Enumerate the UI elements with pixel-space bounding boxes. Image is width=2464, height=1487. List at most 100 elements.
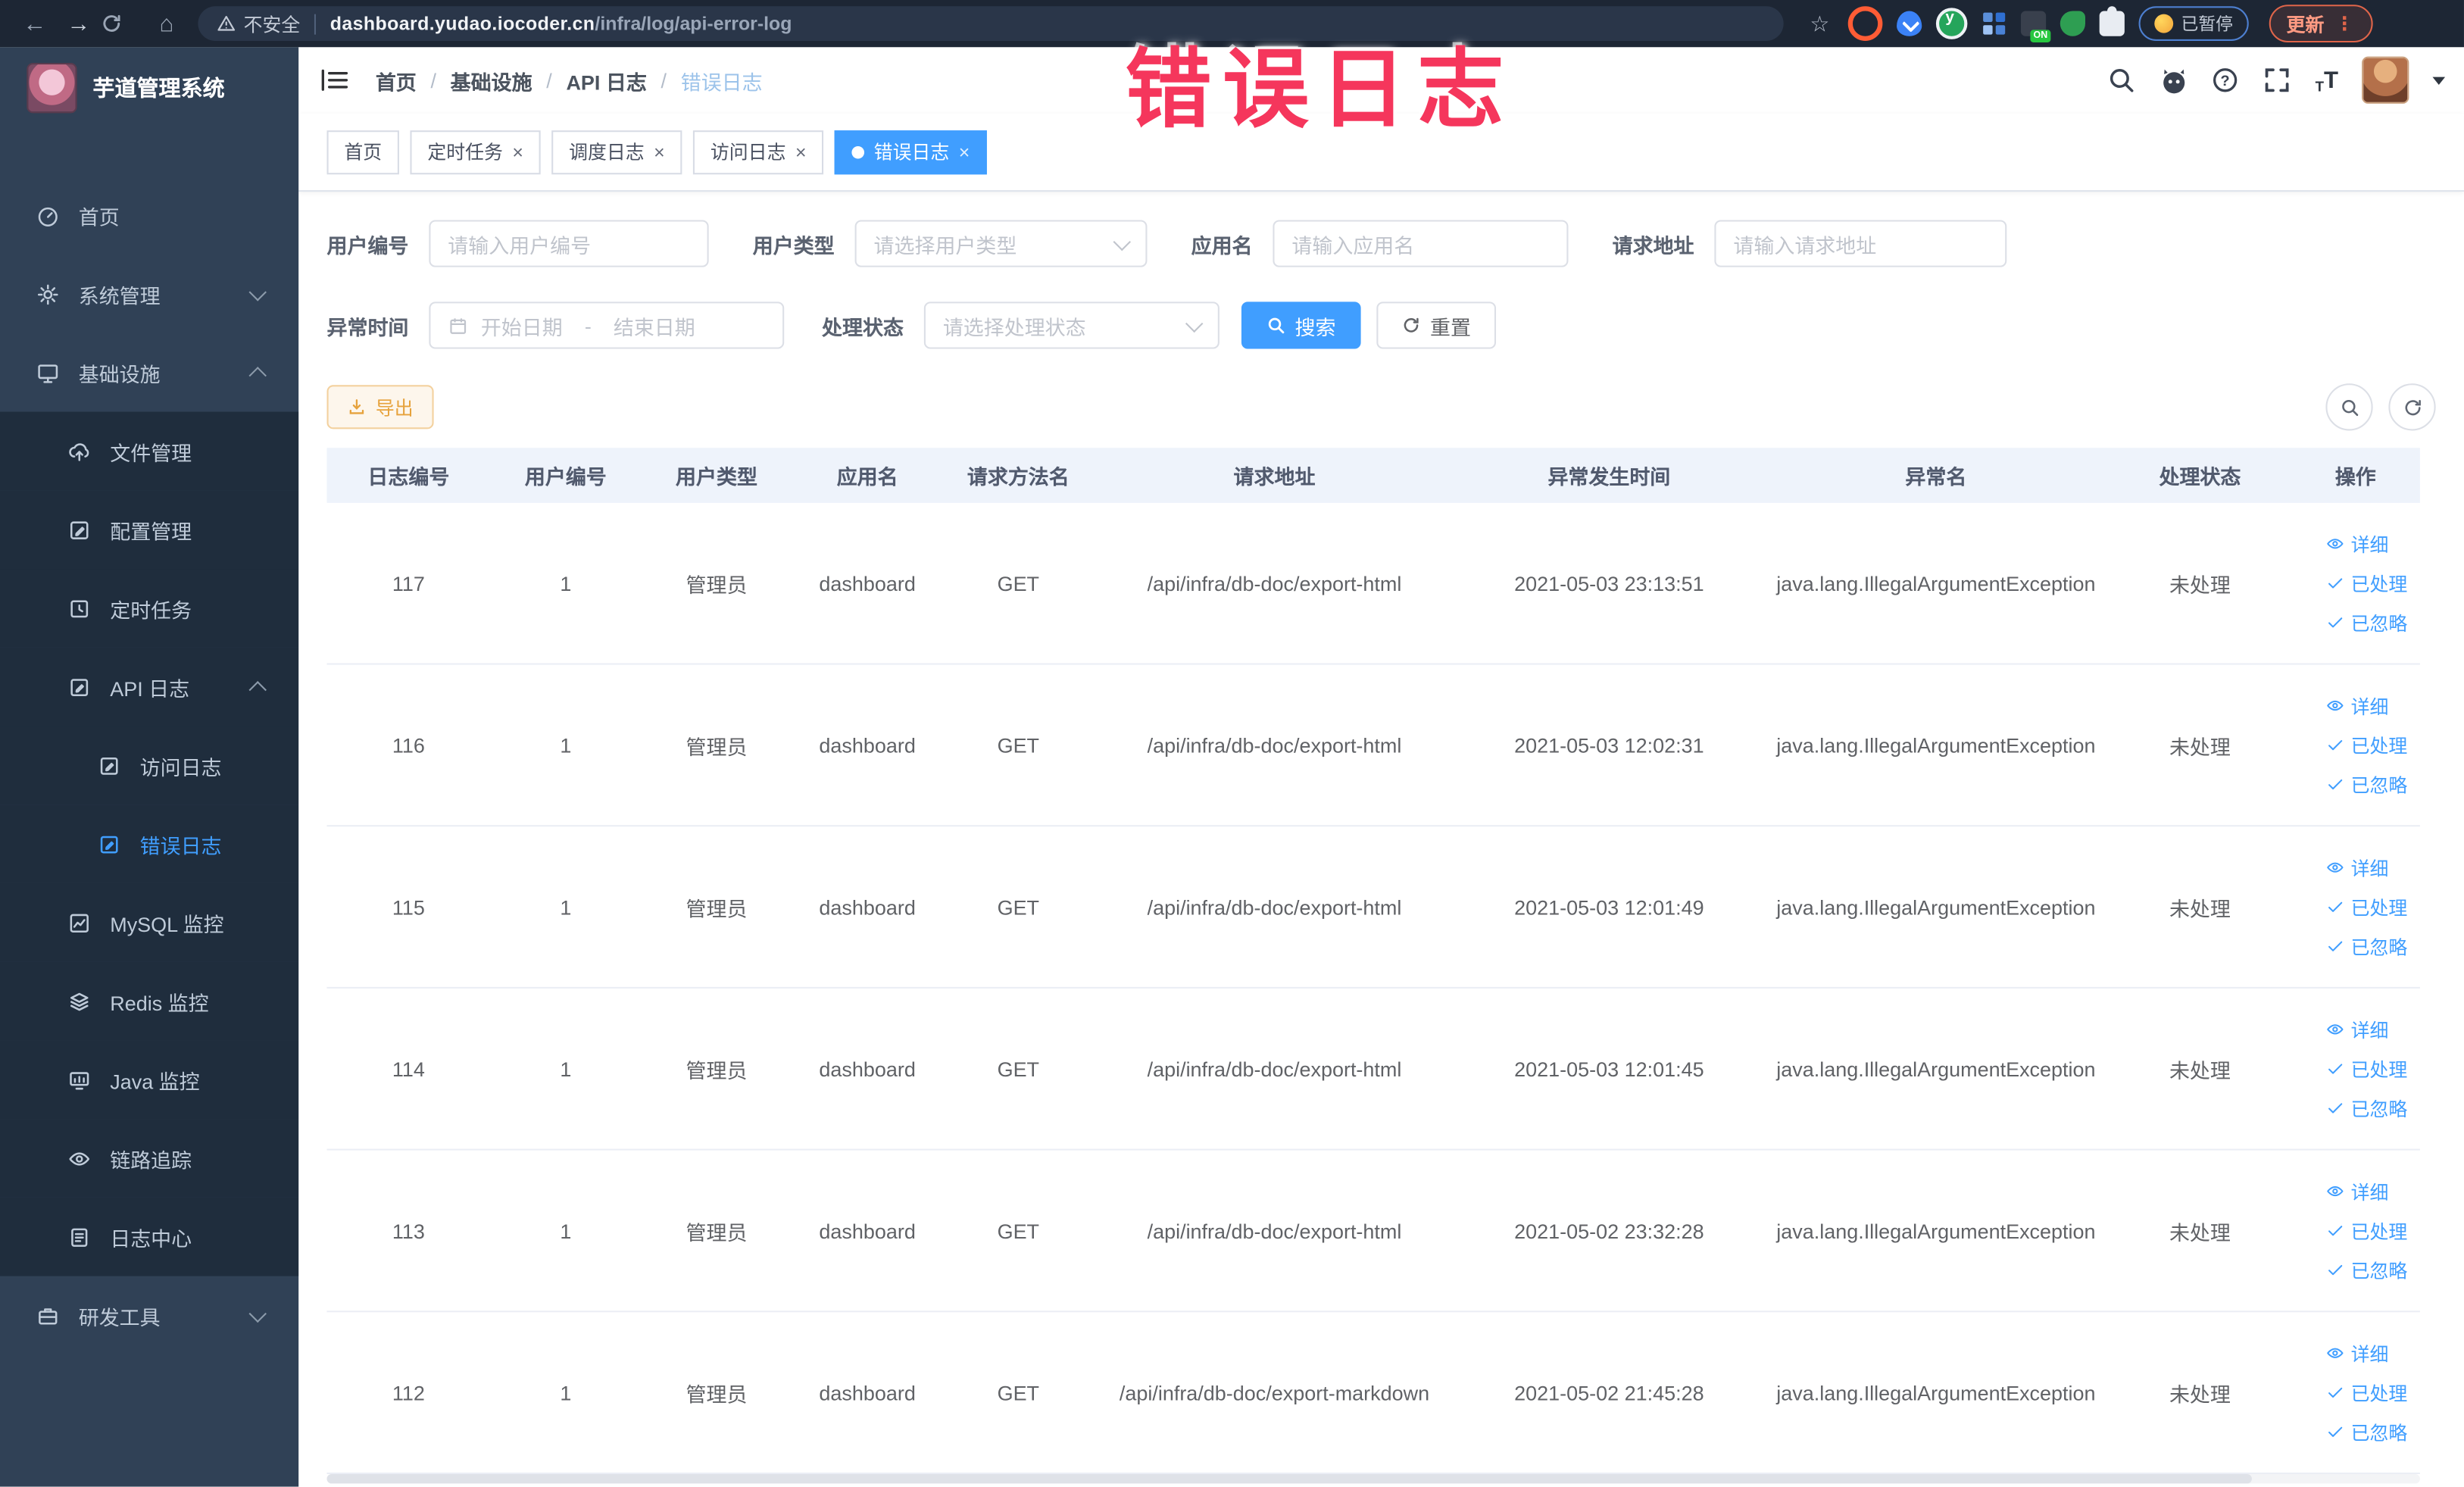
sidebar-item-11[interactable]: Redis 监控 — [0, 961, 299, 1041]
close-tab-icon[interactable]: × — [512, 142, 523, 161]
sidebar-item-2[interactable]: 系统管理 — [0, 255, 298, 333]
export-button[interactable]: 导出 — [326, 385, 434, 430]
sidebar-item-8[interactable]: 访问日志 — [0, 726, 299, 805]
sidebar-menu: 首页 系统管理 基础设施 文件管理 配置管理 定时任务 API 日志 访问日志 错误日志 MySQ… — [0, 176, 299, 1355]
sidebar-item-9[interactable]: 错误日志 — [0, 804, 299, 883]
screen: ← → ⌂ 不安全 dashboard.yudao.iocoder.cn/inf… — [0, 0, 2464, 1487]
help-icon[interactable]: ? — [2212, 66, 2240, 94]
tab-3[interactable]: 调度日志 × — [551, 130, 682, 174]
ignored-link[interactable]: 已忽略 — [2325, 609, 2407, 636]
breadcrumb-item-4[interactable]: 错误日志 — [681, 65, 763, 95]
sidebar-item-12[interactable]: Java 监控 — [0, 1040, 299, 1120]
close-tab-icon[interactable]: × — [795, 142, 807, 161]
detail-link[interactable]: 详细 — [2325, 1178, 2388, 1204]
close-tab-icon[interactable]: × — [654, 142, 665, 161]
processed-link[interactable]: 已处理 — [2325, 1055, 2407, 1082]
ignored-link[interactable]: 已忽略 — [2325, 1418, 2407, 1445]
sidebar-item-6[interactable]: 定时任务 — [0, 569, 299, 648]
cell-time: 2021-05-02 23:32:28 — [1514, 1218, 1704, 1242]
search-icon[interactable] — [2108, 66, 2136, 94]
action-label: 已处理 — [2350, 1382, 2408, 1404]
user-avatar[interactable] — [2362, 56, 2409, 104]
tab-4[interactable]: 访问日志 × — [693, 130, 824, 174]
cell-time: 2021-05-03 23:13:51 — [1514, 571, 1704, 595]
processed-link[interactable]: 已处理 — [2325, 1217, 2407, 1244]
close-tab-icon[interactable]: × — [959, 142, 970, 161]
sidebar-item-3[interactable]: 基础设施 — [0, 333, 298, 412]
extension-icon-grid[interactable] — [1982, 11, 2006, 36]
reload-icon[interactable] — [101, 13, 145, 35]
forward-icon[interactable]: → — [57, 10, 101, 36]
ignored-link[interactable]: 已忽略 — [2325, 771, 2407, 798]
home-icon[interactable]: ⌂ — [145, 10, 189, 36]
detail-link[interactable]: 详细 — [2325, 530, 2388, 557]
search-icon — [1268, 317, 1285, 334]
browser-extensions-area: ☆ 已暂停 更新 ⋮ — [1806, 5, 2373, 43]
breadcrumb-item-2[interactable]: 基础设施 — [451, 65, 532, 95]
horizontal-scrollbar[interactable] — [326, 1473, 2420, 1484]
app-logo-row[interactable]: 芋道管理系统 — [0, 47, 298, 129]
fullscreen-icon[interactable] — [2263, 66, 2291, 94]
sidebar-item-10[interactable]: MySQL 监控 — [0, 883, 299, 962]
cell-actions: 详细已处理已忽略 — [2291, 854, 2420, 960]
breadcrumb-item-1[interactable]: 首页 — [376, 65, 417, 95]
sidebar-item-4[interactable]: 文件管理 — [0, 411, 299, 491]
cell-id: 115 — [392, 895, 425, 919]
sidebar-item-14[interactable]: 日志中心 — [0, 1197, 299, 1276]
font-size-icon[interactable]: TT — [2316, 67, 2338, 93]
processed-link[interactable]: 已处理 — [2325, 1379, 2407, 1405]
address-bar[interactable]: 不安全 dashboard.yudao.iocoder.cn/infra/log… — [198, 6, 1784, 41]
ignored-link[interactable]: 已忽略 — [2325, 932, 2407, 959]
cell-method: GET — [997, 1380, 1040, 1404]
extension-icon-green[interactable] — [1935, 8, 1968, 39]
refresh-table-button[interactable] — [2388, 383, 2436, 431]
search-button[interactable]: 搜索 — [1241, 301, 1361, 349]
extension-icon-on-badge[interactable] — [2020, 11, 2051, 43]
detail-link[interactable]: 详细 — [2325, 692, 2388, 719]
sidebar-item-1[interactable]: 首页 — [0, 176, 298, 255]
action-label: 已处理 — [2350, 896, 2408, 919]
extension-icon-shield[interactable] — [1897, 11, 1922, 36]
reset-button[interactable]: 重置 — [1376, 301, 1497, 349]
action-label: 详细 — [2350, 1342, 2389, 1365]
sidebar-item-5[interactable]: 配置管理 — [0, 490, 299, 570]
user-type-select[interactable]: 请选择用户类型 — [854, 220, 1148, 267]
processed-link[interactable]: 已处理 — [2325, 732, 2407, 758]
ignored-link[interactable]: 已忽略 — [2325, 1257, 2407, 1283]
user-id-input[interactable]: 请输入用户编号 — [429, 220, 709, 267]
extension-icon-ring[interactable] — [1847, 6, 1883, 41]
browser-menu-icon[interactable]: ⋮ — [2335, 13, 2356, 35]
bookmark-star-icon[interactable]: ☆ — [1806, 10, 1834, 36]
site-security-warning[interactable]: 不安全 — [217, 10, 300, 36]
sidebar-item-13[interactable]: 链路追踪 — [0, 1119, 299, 1198]
request-url-label: 请求地址 — [1612, 233, 1694, 258]
sidebar-item-15[interactable]: 研发工具 — [0, 1276, 298, 1355]
hide-search-button[interactable] — [2325, 383, 2373, 431]
profile-paused-chip[interactable]: 已暂停 — [2138, 6, 2249, 41]
github-icon[interactable] — [2160, 66, 2188, 94]
process-status-select[interactable]: 请选择处理状态 — [923, 301, 1220, 349]
processed-link[interactable]: 已处理 — [2325, 893, 2407, 920]
processed-link[interactable]: 已处理 — [2325, 570, 2407, 596]
ignored-link[interactable]: 已忽略 — [2325, 1095, 2407, 1121]
tab-5[interactable]: 错误日志 × — [834, 130, 988, 174]
sidebar-item-7[interactable]: API 日志 — [0, 647, 299, 726]
exception-time-range-picker[interactable]: 开始日期 - 结束日期 — [429, 301, 785, 349]
tab-2[interactable]: 定时任务 × — [410, 130, 541, 174]
column-header-4: 应用名 — [836, 465, 898, 489]
tab-1[interactable]: 首页 — [326, 130, 399, 174]
action-label: 详细 — [2350, 695, 2389, 718]
browser-update-button[interactable]: 更新 ⋮ — [2269, 5, 2373, 43]
user-menu-caret-icon[interactable] — [2432, 76, 2446, 84]
app-name-input[interactable]: 请输入应用名 — [1273, 220, 1569, 267]
detail-link[interactable]: 详细 — [2325, 1016, 2388, 1042]
export-button-label: 导出 — [375, 396, 414, 419]
breadcrumb-item-3[interactable]: API 日志 — [566, 65, 646, 95]
extension-icon-leaf[interactable] — [2060, 11, 2085, 36]
back-icon[interactable]: ← — [13, 10, 57, 36]
extensions-puzzle-icon[interactable] — [2099, 6, 2125, 36]
detail-link[interactable]: 详细 — [2325, 854, 2388, 881]
collapse-sidebar-icon[interactable] — [320, 69, 348, 91]
request-url-input[interactable]: 请输入请求地址 — [1714, 220, 2007, 267]
detail-link[interactable]: 详细 — [2325, 1340, 2388, 1367]
